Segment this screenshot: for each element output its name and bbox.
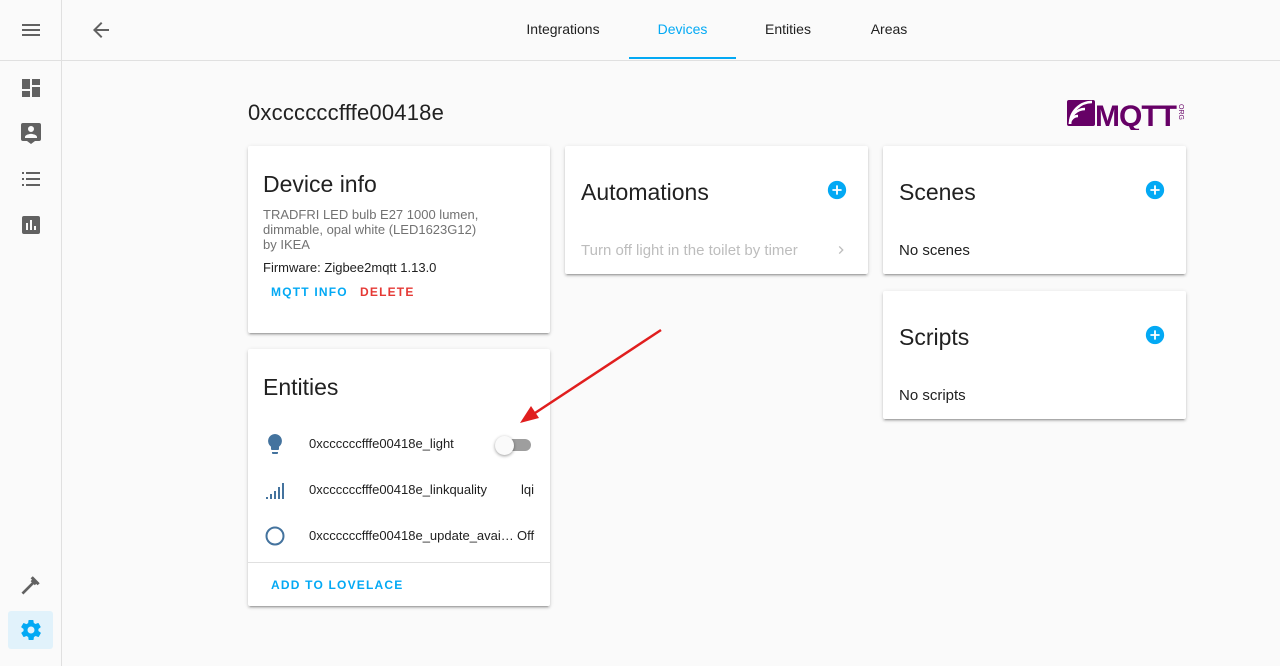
sidebar-item-settings[interactable] [8,611,53,649]
svg-text:ORG: ORG [1177,104,1184,120]
entity-row-linkquality[interactable]: 0xccccccfffe00418e_linkquality lqi [248,470,550,510]
dashboard-icon[interactable] [19,76,43,100]
description-line-1: TRADFRI LED bulb E27 1000 lumen, [263,207,479,222]
map-marker-icon[interactable] [19,121,43,145]
plus-circle-icon [1145,325,1165,345]
add-scene-button[interactable] [1144,179,1166,201]
signal-icon [263,478,287,502]
device-description: TRADFRI LED bulb E27 1000 lumen, dimmabl… [263,207,478,252]
light-toggle[interactable] [495,436,531,455]
entity-row-update-available[interactable]: 0xccccccfffe00418e_update_avai… Off [248,516,550,556]
firmware-version: Firmware: Zigbee2mqtt 1.13.0 [263,260,437,275]
entities-title: Entities [263,374,339,400]
circle-outline-icon [263,524,287,548]
plus-circle-icon [1145,180,1165,200]
description-line-2: dimmable, opal white (LED1623G12) [263,222,477,237]
scripts-title: Scripts [899,324,970,350]
history-icon[interactable] [19,213,43,237]
entity-name: 0xccccccfffe00418e_linkquality [309,482,488,497]
device-info-title: Device info [263,171,377,197]
top-app-bar: Integrations Devices Entities Areas [62,0,1280,61]
scenes-title: Scenes [899,179,976,205]
svg-text:MQTT: MQTT [1095,100,1177,130]
delete-button[interactable]: DELETE [360,285,415,299]
plus-circle-icon [827,180,847,200]
tab-areas[interactable]: Areas [852,0,926,59]
sidebar [0,0,62,666]
chevron-right-icon [833,242,849,258]
toggle-knob [495,436,514,455]
sidebar-divider [0,60,61,61]
entity-state: Off [517,528,535,543]
add-automation-button[interactable] [826,179,848,201]
developer-tools-icon[interactable] [19,573,43,597]
automation-item[interactable]: Turn off light in the toilet by timer [565,230,868,270]
logbook-icon[interactable] [19,167,43,191]
automations-title: Automations [581,179,709,205]
tab-integrations[interactable]: Integrations [508,0,618,59]
device-info-card: Device info TRADFRI LED bulb E27 1000 lu… [248,146,550,333]
settings-icon [19,618,43,642]
automation-label: Turn off light in the toilet by timer [581,242,798,259]
add-script-button[interactable] [1144,324,1166,346]
tab-entities[interactable]: Entities [747,0,829,59]
scenes-card: Scenes No scenes [883,146,1186,274]
entity-name: 0xccccccfffe00418e_light [309,436,454,451]
no-scripts-text: No scripts [899,387,966,404]
page-title: 0xccccccfffe00418e [248,100,445,125]
add-to-lovelace-button[interactable]: ADD TO LOVELACE [271,578,403,592]
entity-row-light[interactable]: 0xccccccfffe00418e_light [248,424,550,464]
tab-devices[interactable]: Devices [629,0,736,59]
back-arrow-icon[interactable] [89,18,113,42]
mqtt-logo: MQTT ORG [1067,98,1187,133]
no-scenes-text: No scenes [899,242,970,259]
mqtt-info-button[interactable]: MQTT INFO [271,285,348,299]
scripts-card: Scripts No scripts [883,291,1186,419]
lightbulb-icon [263,432,287,456]
entities-card: Entities 0xccccccfffe00418e_light 0xcccc… [248,349,550,606]
card-divider [248,562,550,563]
manufacturer: by IKEA [263,237,310,252]
active-tab-indicator [629,57,736,59]
automations-card: Automations Turn off light in the toilet… [565,146,868,274]
entity-state: lqi [521,482,535,497]
menu-icon[interactable] [19,18,43,42]
entity-name: 0xccccccfffe00418e_update_avai… [309,528,514,543]
